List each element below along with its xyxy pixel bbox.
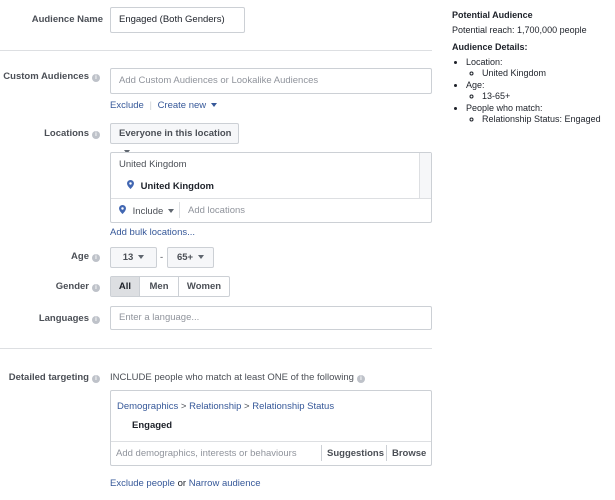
potential-reach: Potential reach: 1,700,000 people	[452, 24, 587, 35]
age-min-dropdown[interactable]: 13	[110, 247, 157, 268]
add-locations-input[interactable]: Add locations	[188, 205, 245, 216]
info-icon[interactable]: i	[92, 375, 100, 383]
age-max-dropdown[interactable]: 65+	[167, 247, 214, 268]
link-separator: |	[149, 100, 152, 111]
age-max-value: 65+	[176, 252, 194, 263]
selected-location-label: United Kingdom	[140, 181, 214, 192]
languages-placeholder: Enter a language...	[119, 312, 200, 323]
include-description: INCLUDE people who match at least ONE of…	[110, 372, 354, 383]
gender-men-button[interactable]: Men	[140, 277, 179, 296]
locations-box: United Kingdom United Kingdom Include Ad…	[110, 152, 432, 223]
targeting-breadcrumb: Demographics > Relationship > Relationsh…	[117, 401, 334, 412]
chevron-down-icon	[211, 103, 218, 107]
location-type-dropdown[interactable]: Everyone in this location	[110, 123, 239, 154]
info-icon[interactable]: i	[92, 316, 100, 324]
detail-age-label: Age:	[466, 79, 485, 90]
scrollbar[interactable]	[419, 153, 431, 198]
locations-label-row: Locations i	[0, 128, 100, 139]
chevron-down-icon	[168, 209, 175, 213]
divider	[111, 441, 431, 442]
add-bulk-locations-link[interactable]: Add bulk locations...	[110, 227, 195, 238]
detailed-targeting-box: Demographics > Relationship > Relationsh…	[110, 390, 432, 466]
info-icon[interactable]: i	[356, 375, 365, 383]
location-type-value: Everyone in this location	[119, 128, 232, 139]
location-pin-icon	[127, 180, 134, 189]
divider	[111, 198, 431, 199]
or-text: or	[177, 478, 187, 489]
detail-match-value: Relationship Status: Engaged	[482, 114, 612, 126]
audience-details-list: Location: United Kingdom Age: 13-65+ Peo…	[452, 57, 612, 126]
detail-location-value: United Kingdom	[482, 68, 612, 80]
browse-button[interactable]: Browse	[392, 448, 426, 459]
age-min-value: 13	[122, 252, 134, 263]
detailed-targeting-input[interactable]: Add demographics, interests or behaviour…	[116, 448, 297, 459]
divider	[0, 348, 432, 349]
divider	[321, 445, 322, 461]
create-new-link[interactable]: Create new	[158, 100, 218, 111]
include-label: Include	[132, 206, 164, 217]
detail-match: People who match: Relationship Status: E…	[466, 103, 612, 126]
custom-audiences-placeholder: Add Custom Audiences or Lookalike Audien…	[119, 75, 319, 86]
narrow-audience-link[interactable]: Narrow audience	[189, 478, 261, 489]
info-icon[interactable]: i	[92, 74, 100, 82]
detail-location-label: Location:	[466, 56, 503, 67]
suggestions-button[interactable]: Suggestions	[327, 448, 384, 459]
custom-audiences-label-row: Custom Audiences i	[0, 71, 100, 82]
info-icon[interactable]: i	[92, 131, 100, 139]
exclude-link[interactable]: Exclude	[110, 100, 144, 111]
selected-location[interactable]: United Kingdom	[127, 180, 214, 192]
breadcrumb-separator: >	[244, 401, 250, 412]
locations-label: Locations	[44, 128, 89, 139]
detail-location: Location: United Kingdom	[466, 57, 612, 80]
audience-details-title: Audience Details:	[452, 42, 528, 52]
gender-label-row: Gender i	[0, 281, 100, 292]
audience-name-input[interactable]: Engaged (Both Genders)	[110, 7, 245, 33]
exclude-people-link[interactable]: Exclude people	[110, 478, 175, 489]
include-dropdown[interactable]: Include	[119, 205, 175, 217]
age-separator: -	[160, 252, 164, 263]
divider	[0, 50, 432, 51]
info-icon[interactable]: i	[92, 254, 100, 262]
gender-label: Gender	[55, 281, 89, 292]
custom-audiences-links: Exclude | Create new	[110, 100, 218, 111]
languages-input[interactable]: Enter a language...	[110, 306, 432, 330]
languages-label-row: Languages i	[0, 313, 100, 324]
selected-targeting-item[interactable]: Engaged	[132, 420, 172, 431]
audience-name-value: Engaged (Both Genders)	[119, 14, 225, 25]
info-icon[interactable]: i	[92, 284, 100, 292]
location-group-header: United Kingdom	[119, 159, 187, 170]
audience-name-label: Audience Name	[31, 14, 103, 25]
divider	[179, 202, 180, 218]
chevron-down-icon	[198, 255, 205, 259]
custom-audiences-label: Custom Audiences	[3, 71, 89, 82]
age-label-row: Age i	[0, 251, 100, 262]
divider	[386, 445, 387, 461]
gender-all-button[interactable]: All	[111, 277, 140, 296]
gender-segmented-control: All Men Women	[110, 276, 230, 297]
location-pin-icon	[119, 205, 126, 214]
audience-summary-panel: Potential Audience Potential reach: 1,70…	[452, 10, 612, 126]
custom-audiences-input[interactable]: Add Custom Audiences or Lookalike Audien…	[110, 68, 432, 94]
breadcrumb-demographics[interactable]: Demographics	[117, 401, 178, 412]
languages-label: Languages	[38, 313, 89, 324]
age-label: Age	[71, 251, 89, 262]
create-new-label: Create new	[157, 100, 207, 111]
detailed-targeting-label-row: Detailed targeting i	[0, 372, 100, 383]
detail-age: Age: 13-65+	[466, 80, 612, 103]
gender-women-button[interactable]: Women	[179, 277, 229, 296]
breadcrumb-relationship[interactable]: Relationship	[189, 401, 241, 412]
breadcrumb-relationship-status[interactable]: Relationship Status	[252, 401, 334, 412]
breadcrumb-separator: >	[180, 401, 187, 412]
include-description-row: INCLUDE people who match at least ONE of…	[110, 372, 365, 383]
detail-age-value: 13-65+	[482, 91, 612, 103]
detail-match-label: People who match:	[466, 102, 543, 113]
detailed-targeting-label: Detailed targeting	[8, 372, 89, 383]
targeting-footer-links: Exclude people or Narrow audience	[110, 478, 261, 489]
chevron-down-icon	[138, 255, 145, 259]
potential-audience-title: Potential Audience	[452, 10, 533, 20]
